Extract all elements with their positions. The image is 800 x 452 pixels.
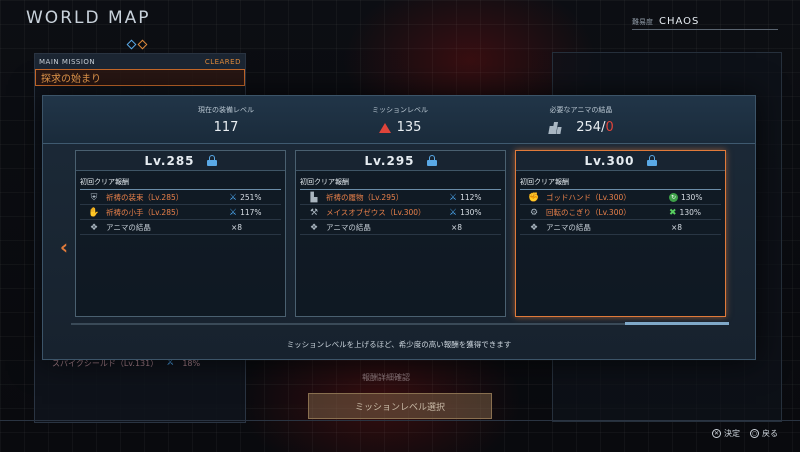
main-mission-label: MAIN MISSION <box>39 57 96 66</box>
reward-qty: ×8 <box>671 223 683 232</box>
section-title: 初回クリア報酬 <box>300 177 501 190</box>
equip-level-value: 117 <box>213 120 239 135</box>
difficulty-value: CHAOS <box>659 16 700 27</box>
lock-icon <box>426 155 437 166</box>
mission-level-value: 135 <box>396 120 422 135</box>
scrollbar-thumb[interactable] <box>625 322 729 325</box>
crystal-icon: ❖ <box>529 222 539 233</box>
diamond-icon <box>126 39 137 50</box>
anima-label: 必要なアニマの結晶 <box>549 106 613 114</box>
saw-icon: ⚙ <box>529 207 539 218</box>
anima-need: 0 <box>605 120 614 135</box>
fist-icon: ✊ <box>528 192 540 203</box>
section-title: 初回クリア報酬 <box>80 177 281 190</box>
reward-row: ❖ アニマの結晶 ×8 <box>300 221 501 235</box>
reward-name: メイスオブゼウス（Lv.300） <box>326 208 426 217</box>
reward-row: ▙ 祈祷の履物（Lv.295） ⚔ 112% <box>300 191 501 205</box>
reward-name: 回転のこぎり（Lv.300） <box>546 208 631 217</box>
diamond-icon <box>137 39 148 50</box>
crystal-icon: ❖ <box>89 222 99 233</box>
equip-level-stat: 現在の装備レベル 117 <box>156 105 296 135</box>
reward-name: 祈祷の小手（Lv.285） <box>106 208 184 217</box>
boots-icon: ▙ <box>310 192 318 203</box>
cross-button-icon: ✕ <box>712 429 721 438</box>
green-cross-icon: ✖ <box>669 207 677 218</box>
card-level: Lv.295 <box>364 153 415 168</box>
mission-level-label: ミッションレベル <box>372 106 428 114</box>
reward-card-selected[interactable]: Lv.300 初回クリア報酬 ✊ ゴッドハンド（Lv.300） ↻ 130% ⚙ … <box>515 150 726 317</box>
reward-bonus: 112% <box>460 193 482 202</box>
sword-icon: ⚔ <box>449 192 458 203</box>
card-header: Lv.300 <box>516 151 725 171</box>
reward-bonus: 130% <box>679 208 701 217</box>
sword-icon: ⚔ <box>229 207 238 218</box>
reward-name: アニマの結晶 <box>546 223 591 232</box>
reward-qty: ×8 <box>231 223 243 232</box>
mission-level-select-button[interactable]: ミッションレベル選択 <box>308 393 492 419</box>
crystal-icon <box>548 121 562 134</box>
mace-icon: ⚒ <box>309 207 319 218</box>
reward-bonus: 130% <box>460 208 482 217</box>
crystal-icon: ❖ <box>309 222 319 233</box>
stats-bar: 現在の装備レベル 117 ミッションレベル 135 必要なアニマの結晶 254/… <box>43 96 755 144</box>
confirm-label: 決定 <box>724 429 740 438</box>
mission-level-stat: ミッションレベル 135 <box>330 105 470 135</box>
lock-icon <box>206 155 217 166</box>
green-circle-icon: ↻ <box>669 193 678 202</box>
section-title: 初回クリア報酬 <box>520 177 721 190</box>
reward-row: ✊ ゴッドハンド（Lv.300） ↻ 130% <box>520 191 721 205</box>
control-hints: ✕ 決定 ○ 戻る <box>712 428 778 439</box>
card-scrollbar[interactable] <box>71 322 729 325</box>
reward-bonus: 117% <box>240 208 262 217</box>
chevron-left-icon[interactable]: ‹ <box>57 235 71 259</box>
card-level: Lv.300 <box>584 153 635 168</box>
back-hint[interactable]: ○ 戻る <box>750 428 778 439</box>
reward-name: アニマの結晶 <box>326 223 371 232</box>
equip-level-label: 現在の装備レベル <box>198 106 254 114</box>
dialog-footnote: ミッションレベルを上げるほど、希少度の高い報酬を獲得できます <box>286 340 512 349</box>
reward-name: 祈祷の装束（Lv.285） <box>106 193 184 202</box>
reward-name: ゴッドハンド（Lv.300） <box>546 193 631 202</box>
lock-icon <box>646 155 657 166</box>
main-mission-header: MAIN MISSION CLEARED <box>35 54 245 69</box>
cleared-badge: CLEARED <box>204 57 241 66</box>
circle-button-icon: ○ <box>750 429 759 438</box>
anima-have: 254/ <box>576 120 606 135</box>
sword-icon: ⚔ <box>229 192 238 203</box>
map-markers <box>126 39 148 50</box>
reward-row: ⛨ 祈祷の装束（Lv.285） ⚔ 251% <box>80 191 281 205</box>
reward-qty: ×8 <box>451 223 463 232</box>
difficulty-label: 難易度 <box>632 17 653 26</box>
reward-card[interactable]: Lv.285 初回クリア報酬 ⛨ 祈祷の装束（Lv.285） ⚔ 251% ✋ 祈… <box>75 150 286 317</box>
difficulty-indicator: 難易度 CHAOS <box>632 14 778 30</box>
warning-triangle-icon <box>378 122 391 133</box>
reward-row: ❖ アニマの結晶 ×8 <box>520 221 721 235</box>
back-label: 戻る <box>762 429 778 438</box>
armor-icon: ⛨ <box>90 192 98 203</box>
card-header: Lv.285 <box>76 151 285 171</box>
confirm-hint[interactable]: ✕ 決定 <box>712 428 740 439</box>
reward-detail-link[interactable]: 報酬詳細確認 <box>362 372 410 383</box>
reward-row: ⚒ メイスオブゼウス（Lv.300） ⚔ 130% <box>300 206 501 220</box>
reward-name: アニマの結晶 <box>106 223 151 232</box>
bottom-bar <box>0 420 800 452</box>
mission-title[interactable]: 探求の始まり <box>35 69 245 86</box>
reward-row: ⚙ 回転のこぎり（Lv.300） ✖ 130% <box>520 206 721 220</box>
sword-icon: ⚔ <box>449 207 458 218</box>
card-header: Lv.295 <box>296 151 505 171</box>
gauntlet-icon: ✋ <box>88 207 100 218</box>
reward-bonus: 130% <box>681 193 703 202</box>
reward-card[interactable]: Lv.295 初回クリア報酬 ▙ 祈祷の履物（Lv.295） ⚔ 112% ⚒ メ… <box>295 150 506 317</box>
card-level: Lv.285 <box>144 153 195 168</box>
page-title: WORLD MAP <box>26 8 151 28</box>
reward-row: ❖ アニマの結晶 ×8 <box>80 221 281 235</box>
anima-stat: 必要なアニマの結晶 254/0 <box>511 105 651 135</box>
reward-name: 祈祷の履物（Lv.295） <box>326 193 404 202</box>
mission-level-dialog: 現在の装備レベル 117 ミッションレベル 135 必要なアニマの結晶 254/… <box>42 95 756 360</box>
reward-row: ✋ 祈祷の小手（Lv.285） ⚔ 117% <box>80 206 281 220</box>
reward-bonus: 251% <box>240 193 262 202</box>
